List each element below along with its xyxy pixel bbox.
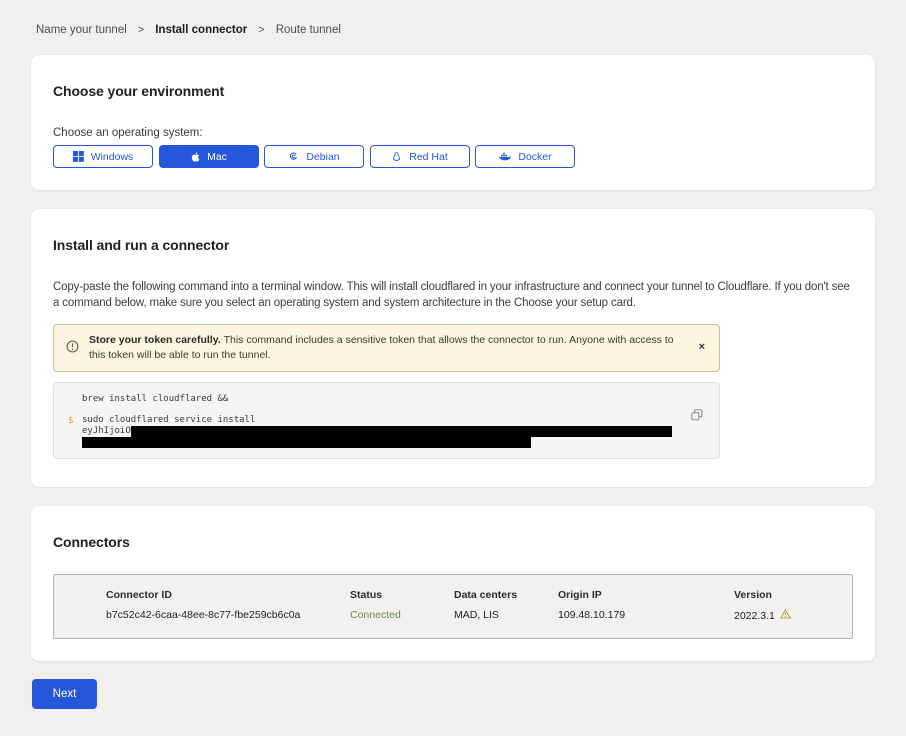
breadcrumb-name-your-tunnel[interactable]: Name your tunnel [36, 24, 127, 36]
os-button-docker[interactable]: Docker [475, 145, 575, 168]
cell-version: 2022.3.1 [734, 609, 842, 622]
os-button-label: Mac [207, 151, 227, 163]
token-prefix: eyJhIjoiO [82, 426, 131, 436]
install-connector-title: Install and run a connector [53, 237, 853, 253]
column-header-connector-id: Connector ID [106, 589, 350, 601]
code-line-sudo: sudo cloudflared service install [82, 416, 705, 425]
code-line-brew: brew install cloudflared && [82, 395, 705, 404]
redhat-logo-icon [391, 151, 402, 163]
code-line-token: eyJhIjoiO [82, 426, 705, 437]
copy-command-button[interactable] [691, 409, 703, 424]
environment-card: Choose your environment Choose an operat… [31, 55, 875, 190]
connectors-table: Connector ID Status Data centers Origin … [53, 574, 853, 639]
column-header-data-centers: Data centers [454, 589, 558, 601]
breadcrumb: Name your tunnel > Install connector > R… [31, 0, 875, 36]
breadcrumb-route-tunnel[interactable]: Route tunnel [276, 24, 341, 36]
debian-logo-icon [288, 151, 299, 162]
cell-origin-ip: 109.48.10.179 [558, 609, 734, 622]
os-button-label: Docker [518, 151, 551, 163]
column-header-origin-ip: Origin IP [558, 589, 734, 601]
tunnel-setup-page: Name your tunnel > Install connector > R… [0, 0, 906, 709]
status-badge: Connected [350, 609, 454, 622]
os-button-label: Windows [91, 151, 134, 163]
token-redaction-bar [131, 426, 672, 437]
install-connector-description: Copy-paste the following command into a … [53, 279, 851, 311]
cell-connector-id: b7c52c42-6caa-48ee-8c77-fbe259cb6c0a [106, 609, 350, 622]
column-header-status: Status [350, 589, 454, 601]
breadcrumb-separator: > [258, 24, 264, 36]
os-button-label: Red Hat [409, 151, 448, 163]
token-redaction-bar [82, 437, 531, 448]
connectors-card-title: Connectors [53, 534, 853, 550]
breadcrumb-install-connector[interactable]: Install connector [155, 24, 247, 36]
os-button-redhat[interactable]: Red Hat [370, 145, 470, 168]
banner-close-icon[interactable]: × [699, 341, 705, 353]
page-bottom-edge [0, 736, 906, 740]
connectors-card: Connectors Connector ID Status Data cent… [31, 506, 875, 661]
apple-logo-icon [190, 151, 200, 163]
copy-icon [691, 409, 703, 424]
os-button-group: Windows Mac Debian [53, 145, 853, 168]
breadcrumb-separator: > [138, 24, 144, 36]
token-warning-title: Store your token carefully. [89, 334, 224, 346]
os-select-label: Choose an operating system: [53, 127, 853, 139]
column-header-version: Version [734, 589, 842, 601]
docker-logo-icon [498, 152, 511, 162]
version-value: 2022.3.1 [734, 610, 775, 622]
install-connector-card: Install and run a connector Copy-paste t… [31, 209, 875, 487]
os-button-debian[interactable]: Debian [264, 145, 364, 168]
token-warning-text: Store your token carefully. This command… [89, 333, 685, 363]
alert-circle-icon [66, 340, 79, 358]
os-button-windows[interactable]: Windows [53, 145, 153, 168]
code-group: $ sudo cloudflared service install eyJhI… [82, 416, 705, 448]
cell-data-centers: MAD, LIS [454, 609, 558, 622]
token-warning-banner: Store your token carefully. This command… [53, 324, 720, 372]
connectors-table-grid: Connector ID Status Data centers Origin … [106, 589, 842, 622]
shell-prompt: $ [68, 416, 73, 426]
os-button-mac[interactable]: Mac [159, 145, 259, 168]
next-button[interactable]: Next [32, 679, 97, 709]
os-button-label: Debian [306, 151, 339, 163]
install-command-code-block: brew install cloudflared && $ sudo cloud… [53, 382, 720, 459]
windows-logo-icon [73, 151, 84, 162]
environment-card-title: Choose your environment [53, 83, 853, 99]
warning-triangle-icon [780, 609, 791, 622]
